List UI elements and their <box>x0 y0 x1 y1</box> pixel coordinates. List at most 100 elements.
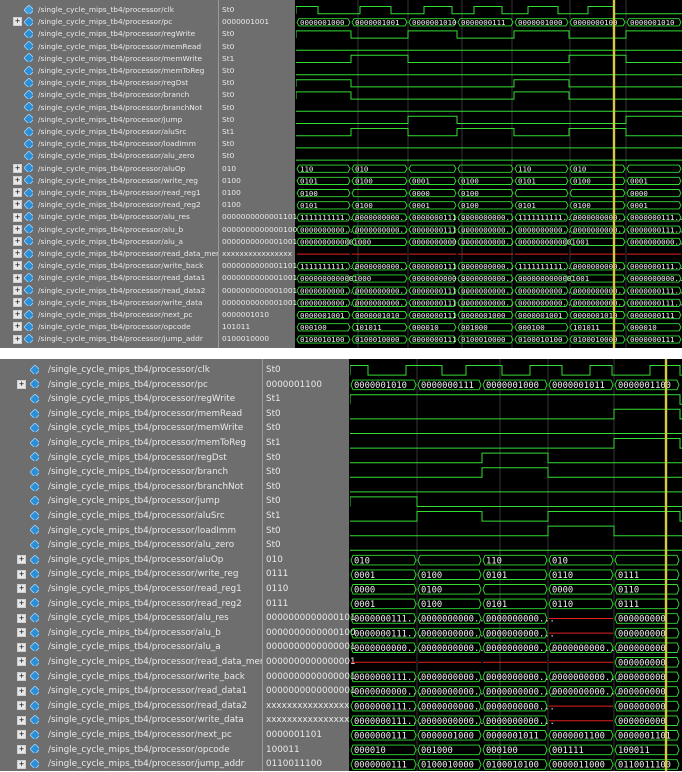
bus-segment-pc: 0000001000 <box>296 18 351 27</box>
expand-toggle-icon[interactable]: + <box>17 759 26 769</box>
expand-toggle-icon[interactable]: + <box>13 273 22 283</box>
waveform-pane[interactable]: 0000001010 0000000111 0000001000 0000001011… <box>350 359 682 771</box>
signal-name-write_back[interactable]: /single_cycle_mips_tb4/processor/write_b… <box>38 260 203 272</box>
signal-name-regDst[interactable]: /single_cycle_mips_tb4/processor/regDst <box>38 77 188 89</box>
signal-name-read_data1[interactable]: /single_cycle_mips_tb4/processor/read_da… <box>48 684 247 699</box>
signal-name-jump_addr[interactable]: /single_cycle_mips_tb4/processor/jump_ad… <box>38 333 203 345</box>
signal-name-write_data[interactable]: /single_cycle_mips_tb4/processor/write_d… <box>38 297 203 309</box>
expand-toggle-icon[interactable]: + <box>17 730 26 740</box>
signal-name-clk[interactable]: /single_cycle_mips_tb4/processor/clk <box>38 4 174 16</box>
signal-name-write_back[interactable]: /single_cycle_mips_tb4/processor/write_b… <box>48 670 245 685</box>
bus-value-label: 0000000000... <box>421 615 490 625</box>
signal-name-read_reg1[interactable]: /single_cycle_mips_tb4/processor/read_re… <box>38 187 201 199</box>
signal-value-pc: 0000001001 <box>222 17 270 27</box>
signal-name-memToReg[interactable]: /single_cycle_mips_tb4/processor/memToRe… <box>48 436 246 451</box>
expand-toggle-icon[interactable]: + <box>13 322 22 332</box>
expand-toggle-icon[interactable]: + <box>13 188 22 198</box>
expand-toggle-icon[interactable]: + <box>17 613 26 623</box>
signal-name-read_reg2[interactable]: /single_cycle_mips_tb4/processor/read_re… <box>38 199 201 211</box>
signal-name-branch[interactable]: /single_cycle_mips_tb4/processor/branch <box>48 465 228 480</box>
expand-toggle-icon[interactable]: + <box>17 598 26 608</box>
signal-name-aluSrc[interactable]: /single_cycle_mips_tb4/processor/aluSrc <box>48 509 225 524</box>
signal-name-read_data1[interactable]: /single_cycle_mips_tb4/processor/read_da… <box>38 272 205 284</box>
signal-name-read_reg1[interactable]: /single_cycle_mips_tb4/processor/read_re… <box>48 582 242 597</box>
signal-name-branchNot[interactable]: /single_cycle_mips_tb4/processor/branchN… <box>38 102 202 114</box>
signal-name-jump_addr[interactable]: /single_cycle_mips_tb4/processor/jump_ad… <box>48 757 244 771</box>
bit-waveform-regDst <box>296 79 682 88</box>
signal-name-memToReg[interactable]: /single_cycle_mips_tb4/processor/memToRe… <box>38 65 204 77</box>
expand-toggle-icon[interactable]: + <box>17 744 26 754</box>
signal-name-memRead[interactable]: /single_cycle_mips_tb4/processor/memRead <box>48 407 242 422</box>
signal-name-loadImm[interactable]: /single_cycle_mips_tb4/processor/loadImm <box>38 138 196 150</box>
signal-name-jump[interactable]: /single_cycle_mips_tb4/processor/jump <box>48 494 220 509</box>
signal-name-pc[interactable]: /single_cycle_mips_tb4/processor/pc <box>38 16 172 28</box>
expand-toggle-icon[interactable]: + <box>17 584 26 594</box>
signal-name-read_data_mem[interactable]: /single_cycle_mips_tb4/processor/read_da… <box>38 248 223 260</box>
waveform-canvas[interactable]: 0000001000 0000001001 0000001010 0000000111… <box>296 0 682 348</box>
signal-name-read_data2[interactable]: /single_cycle_mips_tb4/processor/read_da… <box>38 285 205 297</box>
signal-name-aluOp[interactable]: /single_cycle_mips_tb4/processor/aluOp <box>48 553 223 568</box>
signal-name-alu_res[interactable]: /single_cycle_mips_tb4/processor/alu_res <box>48 611 229 626</box>
signal-name-regWrite[interactable]: /single_cycle_mips_tb4/processor/regWrit… <box>38 28 195 40</box>
signal-name-alu_b[interactable]: /single_cycle_mips_tb4/processor/alu_b <box>48 626 221 641</box>
expand-toggle-icon[interactable]: + <box>17 715 26 725</box>
expand-toggle-icon[interactable]: + <box>17 555 26 565</box>
signal-value-regWrite: St0 <box>222 29 235 39</box>
signal-name-pc[interactable]: /single_cycle_mips_tb4/processor/pc <box>48 378 208 393</box>
expand-toggle-icon[interactable]: + <box>17 686 26 696</box>
expand-toggle-icon[interactable]: + <box>13 334 22 344</box>
expand-toggle-icon[interactable]: + <box>13 249 22 259</box>
waveform-canvas[interactable]: 0000001010 0000000111 0000001000 0000001011… <box>350 359 682 771</box>
signal-name-regDst[interactable]: /single_cycle_mips_tb4/processor/regDst <box>48 451 227 466</box>
expand-toggle-icon[interactable]: + <box>13 236 22 246</box>
expand-toggle-icon[interactable]: + <box>13 17 22 27</box>
expand-toggle-icon[interactable]: + <box>17 657 26 667</box>
expand-toggle-icon[interactable]: + <box>17 379 26 389</box>
signal-name-alu_res[interactable]: /single_cycle_mips_tb4/processor/alu_res <box>38 211 190 223</box>
signal-name-opcode[interactable]: /single_cycle_mips_tb4/processor/opcode <box>38 321 191 333</box>
expand-toggle-icon[interactable]: + <box>13 310 22 320</box>
signal-name-regWrite[interactable]: /single_cycle_mips_tb4/processor/regWrit… <box>48 392 235 407</box>
bus-value-label: 0000000111... <box>354 702 423 712</box>
signal-name-write_reg[interactable]: /single_cycle_mips_tb4/processor/write_r… <box>48 567 238 582</box>
signal-name-aluSrc[interactable]: /single_cycle_mips_tb4/processor/aluSrc <box>38 126 186 138</box>
signal-name-next_pc[interactable]: /single_cycle_mips_tb4/processor/next_pc <box>48 728 232 743</box>
signal-name-alu_b[interactable]: /single_cycle_mips_tb4/processor/alu_b <box>38 224 183 236</box>
signal-name-branchNot[interactable]: /single_cycle_mips_tb4/processor/branchN… <box>48 480 243 495</box>
expand-toggle-icon[interactable]: + <box>17 642 26 652</box>
expand-toggle-icon[interactable]: + <box>13 163 22 173</box>
expand-toggle-icon[interactable]: + <box>13 261 22 271</box>
expand-toggle-icon[interactable]: + <box>17 628 26 638</box>
expand-toggle-icon[interactable]: + <box>17 701 26 711</box>
expand-toggle-icon[interactable]: + <box>13 175 22 185</box>
expand-toggle-icon[interactable]: + <box>17 569 26 579</box>
signal-name-write_data[interactable]: /single_cycle_mips_tb4/processor/write_d… <box>48 713 244 728</box>
signal-name-opcode[interactable]: /single_cycle_mips_tb4/processor/opcode <box>48 743 230 758</box>
expand-toggle-icon[interactable]: + <box>13 297 22 307</box>
expand-toggle-icon[interactable]: + <box>13 285 22 295</box>
signal-name-branch[interactable]: /single_cycle_mips_tb4/processor/branch <box>38 89 189 101</box>
expand-toggle-icon[interactable]: + <box>13 224 22 234</box>
waveform-pane[interactable]: 0000001000 0000001001 0000001010 0000000111… <box>296 0 682 348</box>
signal-name-alu_a[interactable]: /single_cycle_mips_tb4/processor/alu_a <box>38 236 183 248</box>
signal-name-memWrite[interactable]: /single_cycle_mips_tb4/processor/memWrit… <box>48 421 243 436</box>
signal-name-alu_a[interactable]: /single_cycle_mips_tb4/processor/alu_a <box>48 640 221 655</box>
expand-toggle-icon[interactable]: + <box>17 671 26 681</box>
signal-name-jump[interactable]: /single_cycle_mips_tb4/processor/jump <box>38 114 182 126</box>
signal-name-alu_zero[interactable]: /single_cycle_mips_tb4/processor/alu_zer… <box>48 538 234 553</box>
signal-name-clk[interactable]: /single_cycle_mips_tb4/processor/clk <box>48 363 210 378</box>
expand-toggle-icon[interactable]: + <box>13 200 22 210</box>
bus-segment-aluOp <box>417 554 482 566</box>
bus-value-label: 0000001101 <box>618 731 671 741</box>
signal-name-read_data2[interactable]: /single_cycle_mips_tb4/processor/read_da… <box>48 699 247 714</box>
signal-name-loadImm[interactable]: /single_cycle_mips_tb4/processor/loadImm <box>48 524 236 539</box>
signal-name-next_pc[interactable]: /single_cycle_mips_tb4/processor/next_pc <box>38 309 192 321</box>
signal-name-memRead[interactable]: /single_cycle_mips_tb4/processor/memRead <box>38 41 201 53</box>
signal-name-write_reg[interactable]: /single_cycle_mips_tb4/processor/write_r… <box>38 175 198 187</box>
signal-name-aluOp[interactable]: /single_cycle_mips_tb4/processor/aluOp <box>38 163 185 175</box>
signal-name-read_reg2[interactable]: /single_cycle_mips_tb4/processor/read_re… <box>48 597 242 612</box>
signal-name-memWrite[interactable]: /single_cycle_mips_tb4/processor/memWrit… <box>38 53 202 65</box>
signal-name-alu_zero[interactable]: /single_cycle_mips_tb4/processor/alu_zer… <box>38 150 194 162</box>
expand-toggle-icon[interactable]: + <box>13 212 22 222</box>
signal-name-read_data_mem[interactable]: /single_cycle_mips_tb4/processor/read_da… <box>48 655 268 670</box>
